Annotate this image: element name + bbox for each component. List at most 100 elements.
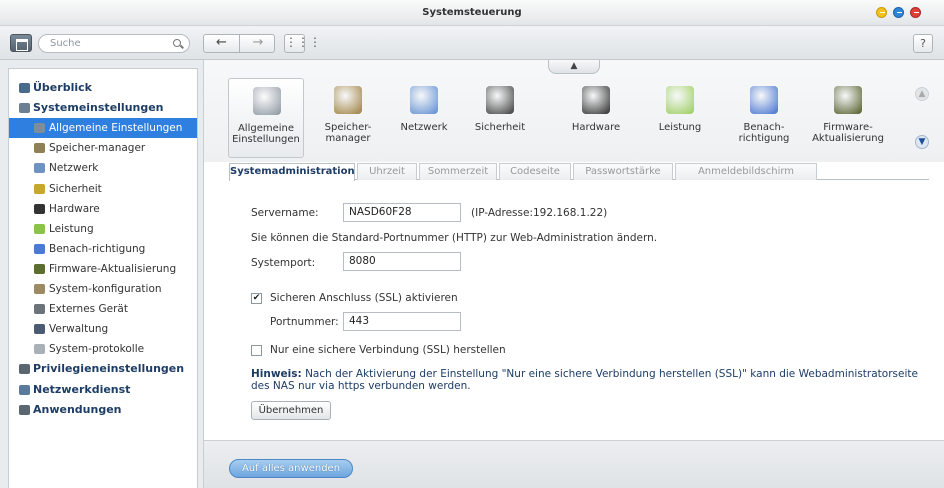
category-label: Hardware [571, 122, 621, 133]
apply-button[interactable]: Übernehmen [251, 401, 331, 420]
sidebar-item-hardware[interactable]: Hardware [9, 199, 197, 219]
ssl-only-checkbox[interactable] [251, 345, 262, 356]
settings-form: Servername: NASD60F28 (IP-Adresse:192.16… [204, 180, 944, 448]
category-label: Allgemeine Einstellungen [232, 123, 300, 145]
scroll-down-icon[interactable]: ▼ [915, 135, 929, 149]
sidebar-item-label: Überblick [33, 81, 92, 94]
category-hardware[interactable]: Hardware [558, 78, 634, 158]
network-icon [410, 86, 438, 114]
apply-all-button[interactable]: Auf alles anwenden [229, 459, 353, 478]
hint-text: Hinweis: Nach der Aktivierung der Einste… [251, 368, 931, 392]
bulb-icon [34, 223, 45, 234]
lock-icon [34, 183, 45, 194]
portnummer-field[interactable]: 443 [343, 312, 461, 331]
category-network[interactable]: Netzwerk [386, 78, 462, 158]
scroll-up-icon[interactable]: ▲ [915, 87, 929, 101]
collapse-icon-bar-button[interactable]: ▲ [548, 60, 600, 74]
sidebar-item-anwendungen[interactable]: Anwendungen [9, 400, 197, 420]
systemport-label: Systemport: [251, 257, 316, 269]
storage-icon [334, 86, 362, 114]
tab-passwortstärke[interactable]: Passwortstärke [573, 163, 673, 180]
system-config-icon [34, 284, 45, 294]
search-icon[interactable] [173, 39, 181, 47]
external-device-icon [34, 304, 45, 315]
sidebar-item-system-protokolle[interactable]: System-protokolle [9, 339, 197, 359]
sidebar-item-systemeinstellungen[interactable]: Systemeinstellungen [9, 98, 197, 118]
sidebar-item-verwaltung[interactable]: Verwaltung [9, 319, 197, 339]
systemport-field[interactable]: 8080 [343, 252, 461, 271]
ip-address-text: (IP-Adresse:192.168.1.22) [471, 207, 608, 219]
tab-sommerzeit[interactable]: Sommerzeit [419, 163, 497, 180]
category-general-settings[interactable]: Allgemeine Einstellungen [228, 78, 304, 158]
firmware-icon [34, 263, 45, 274]
tab-uhrzeit[interactable]: Uhrzeit [357, 163, 417, 180]
sidebar-item-label: Verwaltung [49, 323, 109, 336]
sidebar-item-sicherheit[interactable]: Sicherheit [9, 179, 197, 199]
notification-icon [750, 86, 778, 114]
bulb-icon [666, 86, 694, 114]
sidebar-item-label: Privilegieneinstellungen [33, 362, 185, 376]
search-input[interactable]: Suche [38, 34, 190, 53]
sidebar-item-label: Allgemeine Einstellungen [49, 122, 183, 135]
home-icon[interactable] [10, 34, 32, 52]
sidebar-item-überblick[interactable]: Überblick [9, 78, 197, 98]
sidebar-item-privilegieneinstellungen[interactable]: Privilegieneinstellungen [9, 359, 197, 379]
firmware-icon [834, 86, 862, 114]
tab-codeseite[interactable]: Codeseite [499, 163, 571, 180]
notification-icon [34, 243, 45, 254]
help-button[interactable]: ? [913, 34, 933, 53]
tab-systemadministration[interactable]: Systemadministration [229, 163, 355, 181]
sidebar-item-label: Anwendungen [33, 402, 122, 416]
user-icon [19, 364, 30, 375]
tab-strip: Systemadministration Uhrzeit Sommerzeit Cod… [229, 163, 929, 181]
main-panel: ▲ ▲ ▼ Allgemeine Einstellungen Speicher- … [203, 60, 944, 488]
back-button[interactable]: ← [204, 35, 240, 52]
category-label: Benach- richtigung [738, 122, 790, 144]
sidebar-item-allgemeine-einstellungen[interactable]: Allgemeine Einstellungen [9, 118, 197, 139]
hint-body: Nach der Aktivierung der Einstellung "Nu… [251, 368, 918, 392]
sidebar-item-label: Externes Gerät [49, 303, 128, 316]
app-grid-button[interactable]: ⋮⋮⋮ [284, 34, 321, 53]
management-icon [34, 324, 45, 335]
category-icon-bar: ▲ ▲ ▼ Allgemeine Einstellungen Speicher- … [204, 60, 944, 162]
category-storage[interactable]: Speicher- manager [310, 78, 386, 158]
portnummer-label: Portnummer: [270, 316, 339, 328]
sidebar-item-leistung[interactable]: Leistung [9, 219, 197, 239]
nav-buttons: ← → [203, 34, 275, 53]
sidebar-item-benach-richtigung[interactable]: Benach-richtigung [9, 239, 197, 259]
category-bulb[interactable]: Leistung [642, 78, 718, 158]
sidebar-item-netzwerkdienst[interactable]: Netzwerkdienst [9, 380, 197, 400]
servername-field[interactable]: NASD60F28 [343, 203, 461, 222]
ssl-only-label: Nur eine sichere Verbindung (SSL) herste… [270, 344, 506, 356]
ssl-checkbox-label: Sicheren Anschluss (SSL) aktivieren [270, 292, 458, 304]
category-notification[interactable]: Benach- richtigung [726, 78, 802, 158]
forward-button[interactable]: → [240, 35, 276, 52]
category-label: Speicher- manager [324, 122, 372, 144]
sidebar-item-system-konfiguration[interactable]: System-konfiguration [9, 279, 197, 299]
storage-icon [34, 143, 45, 154]
close-button[interactable] [910, 7, 921, 18]
servername-label: Servername: [251, 207, 319, 219]
applications-icon [19, 404, 30, 415]
sidebar-item-label: Netzwerkdienst [33, 382, 131, 396]
category-firmware[interactable]: Firmware- Aktualisierung [810, 78, 886, 158]
sidebar-item-firmware-aktualisierung[interactable]: Firmware-Aktualisierung [9, 259, 197, 279]
footer: Auf alles anwenden [204, 440, 944, 488]
logs-icon [34, 344, 45, 355]
minimize-button[interactable] [876, 7, 887, 18]
category-label: Sicherheit [474, 122, 526, 133]
sidebar-item-speicher-manager[interactable]: Speicher-manager [9, 138, 197, 158]
category-lock[interactable]: Sicherheit [462, 78, 538, 158]
sidebar-item-label: Hardware [49, 202, 100, 215]
sidebar-item-label: Speicher-manager [49, 142, 146, 155]
sidebar-item-label: Sicherheit [49, 182, 102, 195]
toolbar: Suche ← → ⋮⋮⋮ ? [0, 26, 944, 60]
hardware-icon [34, 203, 45, 214]
tab-anmeldebildschirm[interactable]: Anmeldebildschirm [675, 163, 817, 180]
ssl-checkbox[interactable]: ✔ [251, 293, 262, 304]
network-service-icon [19, 384, 30, 395]
sidebar-item-netzwerk[interactable]: Netzwerk [9, 158, 197, 178]
sidebar-item-externes-gerät[interactable]: Externes Gerät [9, 299, 197, 319]
maximize-button[interactable] [893, 7, 904, 18]
hardware-icon [582, 86, 610, 114]
